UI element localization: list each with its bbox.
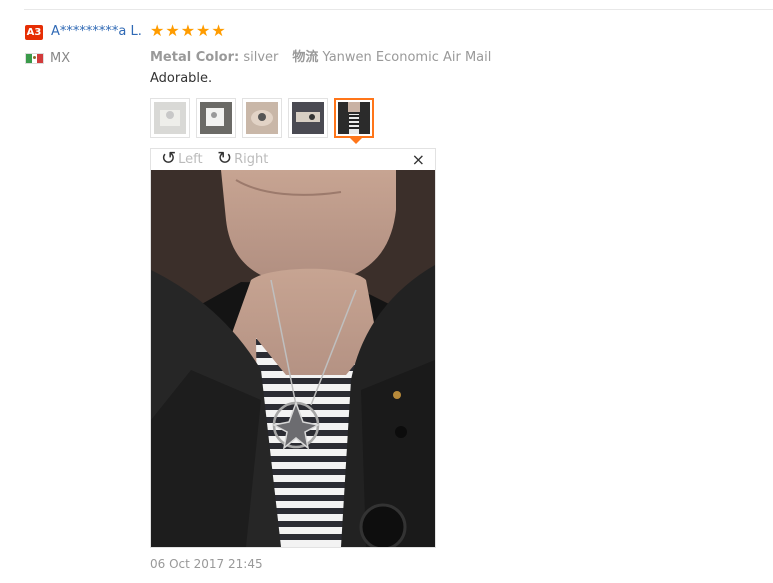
rotate-right-label: Right bbox=[234, 151, 269, 167]
reviewer-name[interactable]: A*********a L. bbox=[51, 24, 142, 39]
rotate-left-icon: ↺ bbox=[161, 148, 177, 169]
photo-viewer: ↺ Left ↻ Right × bbox=[150, 148, 436, 548]
photo-thumbnail[interactable] bbox=[196, 98, 236, 138]
reviewer-country: MX bbox=[50, 51, 71, 66]
metal-color-value: silver bbox=[243, 50, 279, 65]
divider bbox=[24, 9, 773, 10]
photo-viewer-toolbar: ↺ Left ↻ Right × bbox=[151, 149, 435, 170]
order-info: Metal Color: silver 物流 Yanwen Economic Ai… bbox=[150, 46, 491, 65]
photo-thumbnail[interactable] bbox=[242, 98, 282, 138]
rotate-right-button[interactable]: ↻ Right bbox=[217, 150, 268, 168]
star-icon: ★ bbox=[196, 21, 211, 40]
photo-thumbnail[interactable] bbox=[288, 98, 328, 138]
logistics-label: 物流 bbox=[292, 50, 319, 65]
star-icon: ★ bbox=[180, 21, 196, 40]
star-rating: ★ ★ ★ ★ ★ bbox=[150, 22, 226, 40]
rotate-right-icon: ↻ bbox=[217, 148, 233, 169]
rotate-left-button[interactable]: ↺ Left bbox=[161, 150, 203, 168]
review-text: Adorable. bbox=[150, 71, 213, 86]
mexico-flag-icon bbox=[25, 53, 44, 64]
photo-thumbnail[interactable] bbox=[150, 98, 190, 138]
close-icon[interactable]: × bbox=[412, 150, 425, 169]
buyer-level-badge: A3 bbox=[25, 25, 43, 40]
review-date: 06 Oct 2017 21:45 bbox=[150, 557, 263, 571]
rotate-left-label: Left bbox=[178, 151, 203, 167]
review-photo-thumbnails bbox=[150, 98, 374, 144]
logistics-value: Yanwen Economic Air Mail bbox=[322, 50, 492, 65]
review-photo-large bbox=[151, 170, 435, 547]
star-icon: ★ bbox=[165, 21, 180, 40]
star-icon: ★ bbox=[150, 21, 165, 40]
photo-thumbnail-selected[interactable] bbox=[334, 98, 374, 144]
metal-color-label: Metal Color: bbox=[150, 50, 240, 65]
star-icon: ★ bbox=[211, 21, 226, 40]
